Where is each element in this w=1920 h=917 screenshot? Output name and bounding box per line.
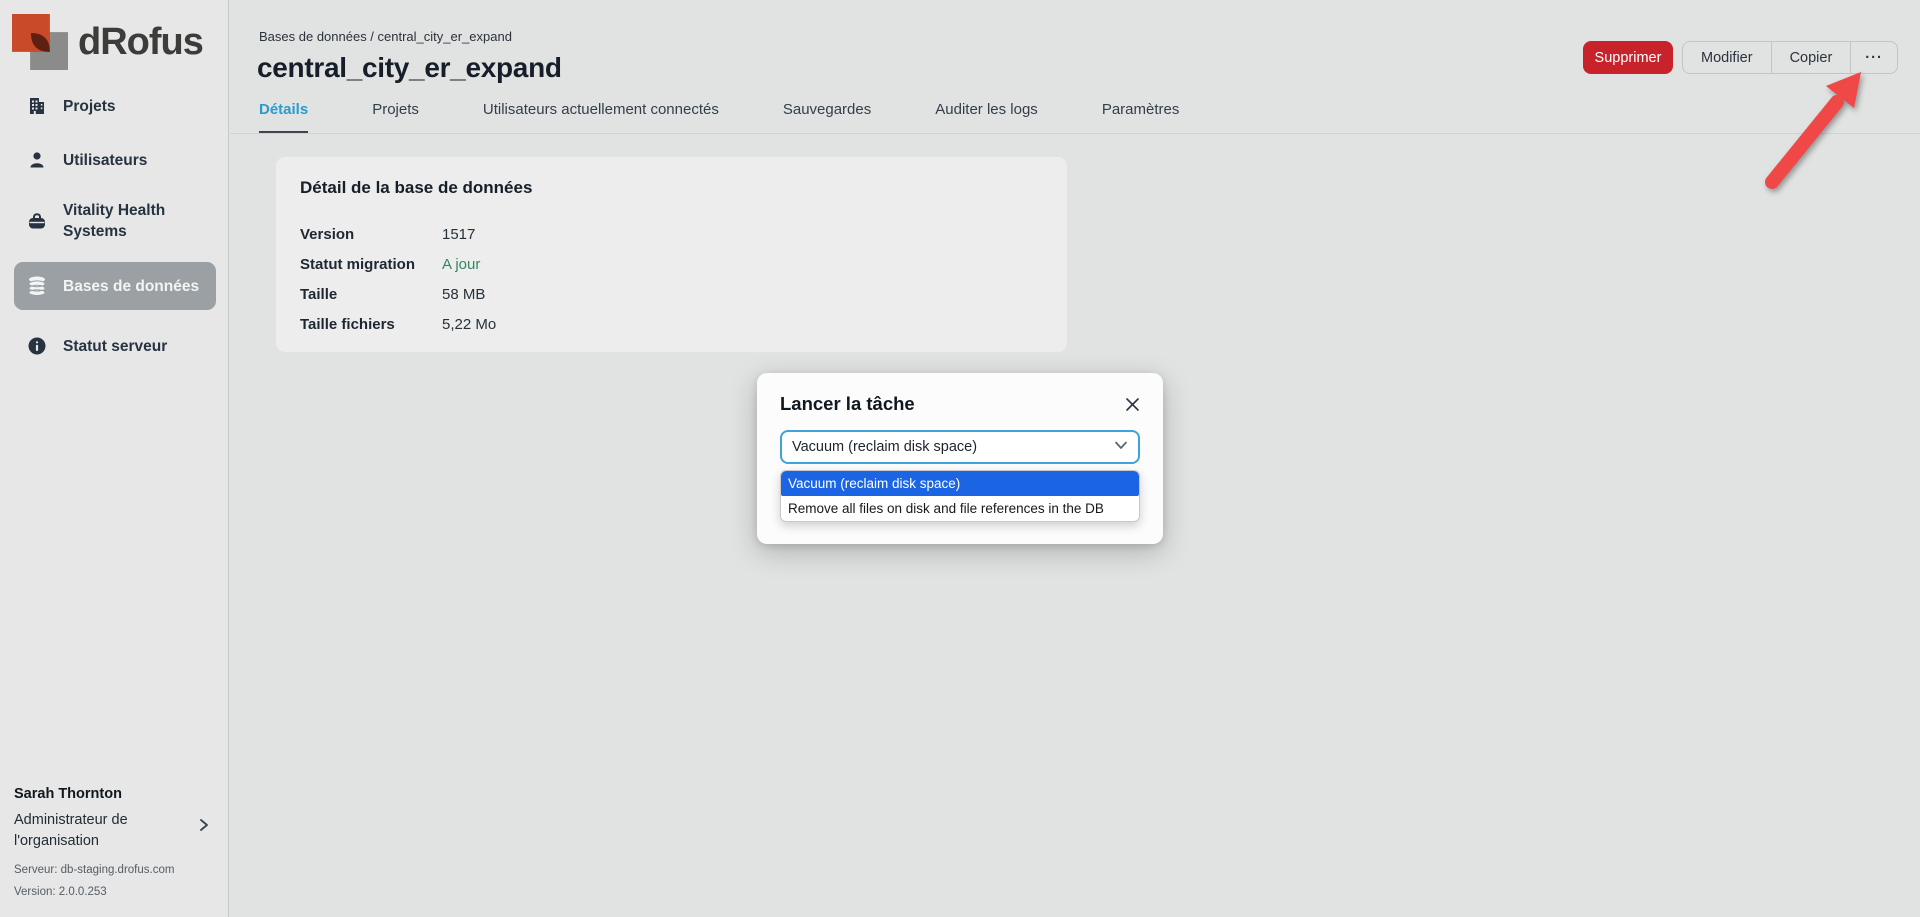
- chevron-right-icon[interactable]: [196, 817, 212, 838]
- tab-sauvegardes[interactable]: Sauvegardes: [783, 101, 871, 133]
- sidebar-item-label: Bases de données: [63, 276, 199, 297]
- annotation-arrow: [1755, 60, 1875, 195]
- close-icon[interactable]: [1121, 393, 1143, 415]
- version-info: Version: 2.0.0.253: [14, 886, 107, 898]
- sidebar-item-bases-de-donnees[interactable]: Bases de données: [14, 262, 216, 310]
- tab-projets[interactable]: Projets: [372, 101, 419, 133]
- app-window: dRofus Projets: [0, 0, 1920, 917]
- breadcrumb[interactable]: Bases de données / central_city_er_expan…: [259, 29, 512, 44]
- tab-details[interactable]: Détails: [259, 101, 308, 133]
- task-select[interactable]: Vacuum (reclaim disk space): [780, 430, 1140, 464]
- page-title: central_city_er_expand: [257, 52, 562, 84]
- tab-bar: Détails Projets Utilisateurs actuellemen…: [259, 101, 1179, 133]
- option-remove-files[interactable]: Remove all files on disk and file refere…: [781, 496, 1139, 521]
- user-name: Sarah Thornton: [14, 786, 214, 802]
- sidebar-item-statut-serveur[interactable]: Statut serveur: [14, 330, 216, 362]
- card-rows: Version 1517 Statut migration A jour Tai…: [300, 219, 1040, 339]
- building-icon: [26, 95, 48, 117]
- detail-row-statut-migration: Statut migration A jour: [300, 249, 1040, 279]
- detail-row-taille-fichiers: Taille fichiers 5,22 Mo: [300, 309, 1040, 339]
- server-info: Serveur: db-staging.drofus.com: [14, 864, 174, 876]
- action-button-group: Modifier Copier ···: [1682, 41, 1898, 74]
- drofus-logo-icon: [12, 14, 68, 70]
- user-icon: [26, 149, 48, 171]
- option-vacuum[interactable]: Vacuum (reclaim disk space): [781, 471, 1139, 496]
- chevron-down-icon: [1114, 438, 1128, 456]
- modal-title: Lancer la tâche: [780, 393, 915, 415]
- more-actions-button[interactable]: ···: [1850, 42, 1897, 73]
- sidebar-item-projets[interactable]: Projets: [14, 90, 216, 122]
- row-value: 58 MB: [442, 286, 485, 303]
- row-label: Taille fichiers: [300, 316, 442, 333]
- row-label: Taille: [300, 286, 442, 303]
- sidebar-item-label: Vitality Health Systems: [63, 200, 203, 242]
- briefcase-icon: [26, 210, 48, 232]
- tab-parametres[interactable]: Paramètres: [1102, 101, 1180, 133]
- sidebar: dRofus Projets: [0, 0, 229, 917]
- row-label: Version: [300, 226, 442, 243]
- info-icon: [26, 335, 48, 357]
- drofus-logo: dRofus: [12, 14, 203, 70]
- user-role: Administrateur de l'organisation: [14, 810, 169, 852]
- detail-row-version: Version 1517: [300, 219, 1040, 249]
- database-details-card: Détail de la base de données Version 151…: [276, 157, 1067, 352]
- task-select-value: Vacuum (reclaim disk space): [792, 439, 1114, 455]
- tab-utilisateurs-connectes[interactable]: Utilisateurs actuellement connectés: [483, 101, 719, 133]
- tab-auditer-les-logs[interactable]: Auditer les logs: [935, 101, 1038, 133]
- run-task-modal: Lancer la tâche Vacuum (reclaim disk spa…: [757, 373, 1163, 544]
- database-icon: [26, 275, 48, 297]
- header-divider: [230, 133, 1920, 134]
- detail-row-taille: Taille 58 MB: [300, 279, 1040, 309]
- copy-button[interactable]: Copier: [1771, 42, 1851, 73]
- row-value: 1517: [442, 226, 475, 243]
- row-label: Statut migration: [300, 256, 442, 273]
- sidebar-item-organization[interactable]: Vitality Health Systems: [14, 198, 216, 244]
- sidebar-item-label: Projets: [63, 96, 116, 117]
- sidebar-item-label: Statut serveur: [63, 336, 167, 357]
- card-title: Détail de la base de données: [300, 178, 532, 198]
- edit-button[interactable]: Modifier: [1683, 42, 1771, 73]
- task-select-dropdown: Vacuum (reclaim disk space) Remove all f…: [780, 470, 1140, 522]
- row-value: 5,22 Mo: [442, 316, 496, 333]
- sidebar-item-label: Utilisateurs: [63, 150, 147, 171]
- row-value-status: A jour: [442, 256, 480, 273]
- brand-name: dRofus: [78, 21, 203, 64]
- sidebar-item-utilisateurs[interactable]: Utilisateurs: [14, 144, 216, 176]
- delete-button[interactable]: Supprimer: [1583, 41, 1673, 74]
